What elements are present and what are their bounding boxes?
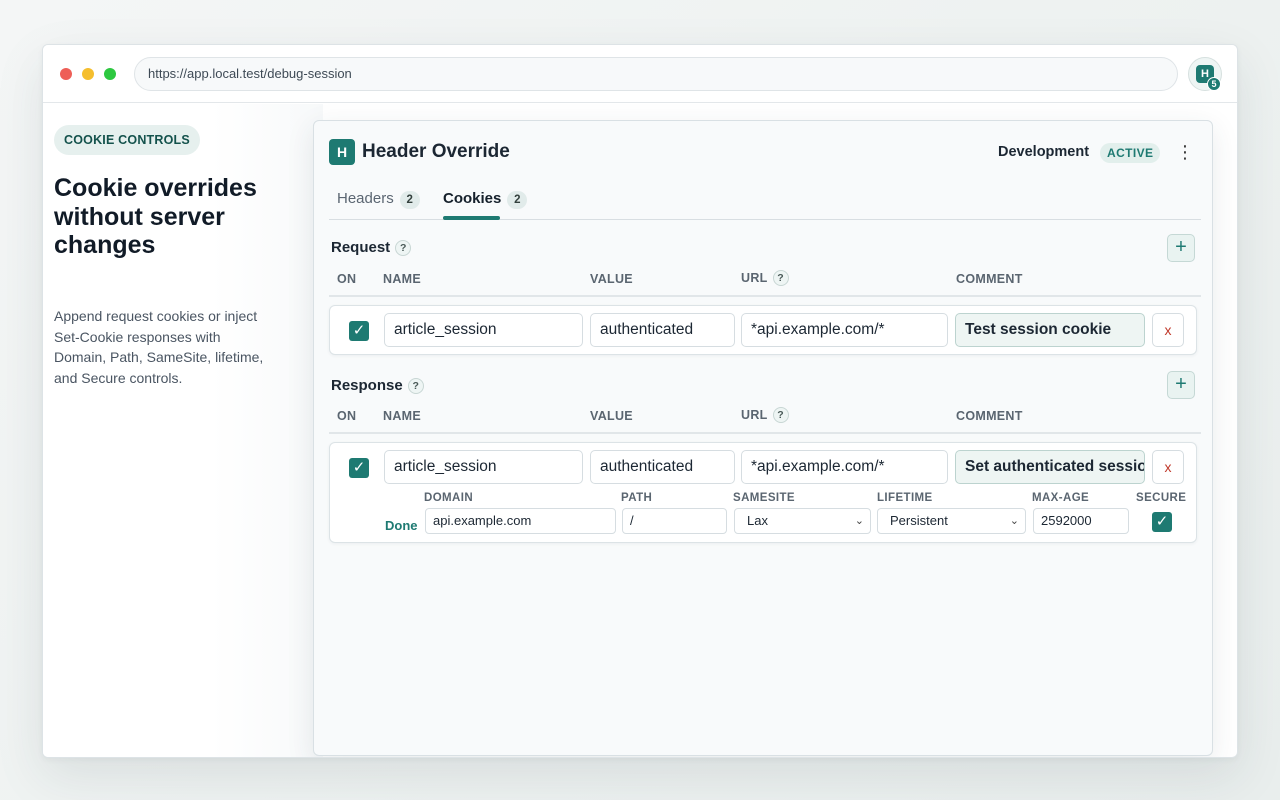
browser-toolbar: https://app.local.test/debug-session H 5 — [43, 45, 1237, 103]
column-header-url: URL? — [741, 270, 789, 286]
url-pattern-field[interactable]: *api.example.com/* — [741, 450, 948, 484]
tab-cookies[interactable]: Cookies 2 — [443, 185, 528, 220]
request-section-title: Request? — [331, 239, 412, 256]
request-cookie-row: ✓ article_session authenticated *api.exa… — [329, 305, 1197, 355]
cookie-name-field[interactable]: article_session — [384, 313, 583, 347]
done-link[interactable]: Done — [385, 518, 418, 533]
section-pill: COOKIE CONTROLS — [54, 125, 200, 155]
comment-field[interactable]: Test session cookie — [955, 313, 1145, 347]
browser-window: https://app.local.test/debug-session H 5… — [42, 44, 1238, 758]
response-cookie-row: ✓ article_session authenticated *api.exa… — [329, 442, 1197, 543]
column-header-name: NAME — [383, 409, 422, 423]
column-header-url: URL? — [741, 407, 789, 423]
url-pattern-field[interactable]: *api.example.com/* — [741, 313, 948, 347]
help-icon[interactable]: ? — [407, 378, 424, 394]
tab-headers[interactable]: Headers 2 — [337, 185, 420, 220]
secure-label: SECURE — [1136, 492, 1187, 504]
samesite-value: Lax — [747, 513, 768, 528]
maximize-window-button[interactable] — [104, 68, 116, 80]
divider — [329, 295, 1201, 297]
domain-label: DOMAIN — [424, 492, 474, 504]
tab-count-badge: 2 — [507, 191, 528, 209]
address-bar[interactable]: https://app.local.test/debug-session — [134, 57, 1178, 91]
cookie-name-field[interactable]: article_session — [384, 450, 583, 484]
hero-panel: COOKIE CONTROLS Cookie overrides without… — [43, 104, 323, 757]
help-icon[interactable]: ? — [395, 240, 412, 256]
lifetime-value: Persistent — [890, 513, 948, 528]
lifetime-label: LIFETIME — [877, 492, 933, 504]
tab-count-badge: 2 — [399, 191, 420, 209]
help-icon[interactable]: ? — [772, 407, 789, 423]
column-header-url-text: URL — [741, 408, 768, 422]
enable-checkbox[interactable]: ✓ — [349, 458, 369, 478]
samesite-label: SAMESITE — [733, 492, 795, 504]
secure-checkbox[interactable]: ✓ — [1152, 512, 1172, 532]
extension-popup: H Header Override Development ACTIVE ⋮ H… — [313, 120, 1213, 756]
environment-selector[interactable]: Development — [998, 144, 1089, 160]
column-header-name: NAME — [383, 272, 422, 286]
response-section-title: Response? — [331, 377, 424, 394]
divider — [329, 432, 1201, 434]
add-response-cookie-button[interactable]: + — [1167, 371, 1195, 399]
extension-button[interactable]: H 5 — [1188, 57, 1222, 91]
hero-description: Append request cookies or inject Set-Coo… — [54, 308, 264, 386]
column-header-comment: COMMENT — [956, 409, 1023, 423]
app-title: Header Override — [362, 141, 510, 162]
tab-bar: Headers 2 Cookies 2 — [329, 185, 1201, 220]
column-header-comment: COMMENT — [956, 272, 1023, 286]
samesite-select[interactable]: Lax ⌄ — [734, 508, 871, 534]
status-badge: ACTIVE — [1100, 143, 1161, 163]
domain-field[interactable]: api.example.com — [425, 508, 616, 534]
extension-count-badge: 5 — [1207, 77, 1221, 91]
add-request-cookie-button[interactable]: + — [1167, 234, 1195, 262]
app-logo-icon: H — [329, 139, 355, 165]
enable-checkbox[interactable]: ✓ — [349, 321, 369, 341]
close-window-button[interactable] — [60, 68, 72, 80]
section-title-text: Request — [331, 239, 391, 256]
column-header-value: VALUE — [590, 272, 633, 286]
chevron-down-icon: ⌄ — [1009, 515, 1019, 527]
column-header-on: ON — [337, 409, 357, 423]
comment-field[interactable]: Set authenticated session — [955, 450, 1145, 484]
cookie-value-field[interactable]: authenticated — [590, 313, 735, 347]
column-header-url-text: URL — [741, 271, 768, 285]
column-header-on: ON — [337, 272, 357, 286]
path-field[interactable]: / — [622, 508, 727, 534]
minimize-window-button[interactable] — [82, 68, 94, 80]
section-title-text: Response — [331, 377, 403, 394]
tab-label: Headers — [337, 190, 394, 207]
help-icon[interactable]: ? — [772, 270, 789, 286]
column-header-value: VALUE — [590, 409, 633, 423]
maxage-field[interactable]: 2592000 — [1033, 508, 1129, 534]
path-label: PATH — [621, 492, 653, 504]
more-menu-icon[interactable]: ⋮ — [1176, 141, 1194, 165]
hero-title: Cookie overrides without server changes — [54, 174, 257, 259]
cookie-value-field[interactable]: authenticated — [590, 450, 735, 484]
delete-row-button[interactable]: x — [1152, 313, 1184, 347]
active-tab-indicator — [443, 216, 500, 220]
delete-row-button[interactable]: x — [1152, 450, 1184, 484]
tab-label: Cookies — [443, 190, 502, 207]
lifetime-select[interactable]: Persistent ⌄ — [877, 508, 1026, 534]
chevron-down-icon: ⌄ — [854, 515, 864, 527]
maxage-label: MAX-AGE — [1032, 492, 1090, 504]
